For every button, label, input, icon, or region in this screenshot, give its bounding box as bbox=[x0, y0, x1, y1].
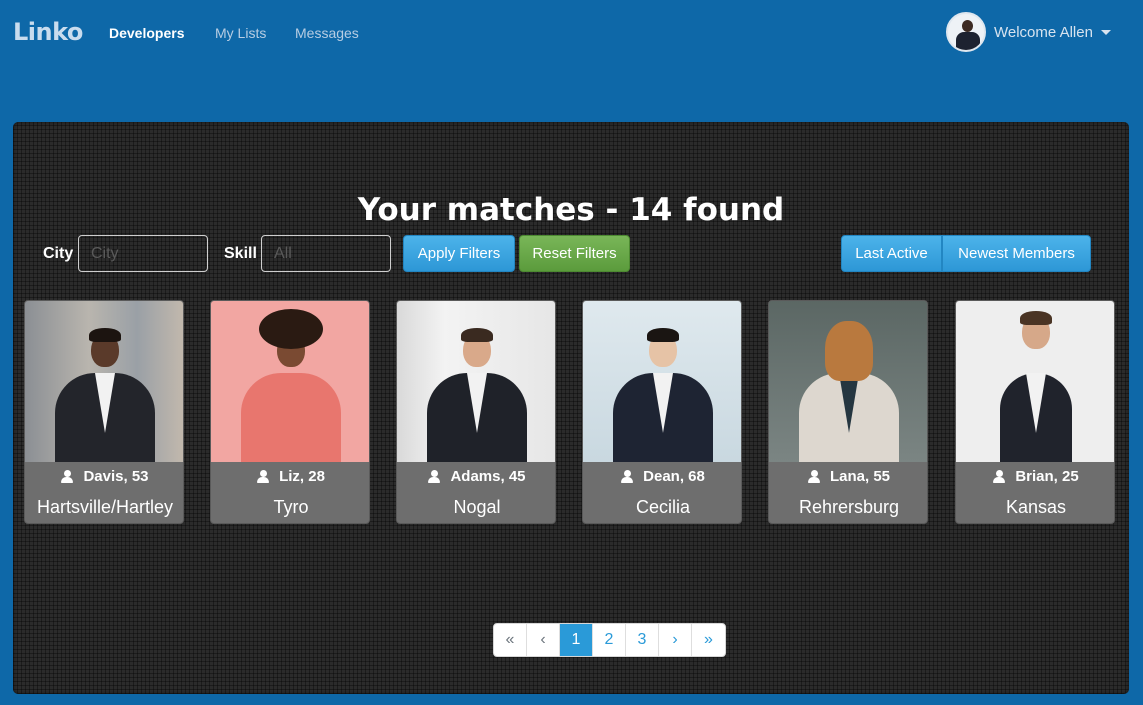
member-card[interactable]: Dean, 68 Cecilia bbox=[582, 300, 742, 524]
member-name-age: Lana, 55 bbox=[829, 468, 891, 485]
member-city: Kansas bbox=[1005, 497, 1067, 517]
page-prev-button[interactable]: ‹ bbox=[527, 624, 560, 656]
page-title: Your matches - 14 found bbox=[357, 192, 785, 228]
chevron-down-icon[interactable] bbox=[1100, 29, 1111, 35]
user-menu[interactable]: Welcome Allen bbox=[946, 12, 1111, 52]
nav-messages[interactable]: Messages bbox=[295, 25, 359, 41]
city-input[interactable] bbox=[78, 235, 208, 272]
nav-my-lists[interactable]: My Lists bbox=[215, 25, 266, 41]
member-city: Tyro bbox=[273, 497, 309, 517]
member-name-age: Davis, 53 bbox=[83, 468, 149, 485]
member-name-age: Dean, 68 bbox=[643, 468, 705, 485]
member-card[interactable]: Lana, 55 Rehrersburg bbox=[768, 300, 928, 524]
member-card[interactable]: Liz, 28 Tyro bbox=[210, 300, 370, 524]
member-city: Cecilia bbox=[635, 497, 691, 517]
member-card[interactable]: Brian, 25 Kansas bbox=[955, 300, 1115, 524]
member-name-age: Adams, 45 bbox=[450, 468, 526, 485]
sort-newest-members-button[interactable]: Newest Members bbox=[942, 235, 1091, 272]
user-icon bbox=[428, 470, 441, 483]
matches-panel: Your matches - 14 found City Skill Apply… bbox=[13, 122, 1129, 694]
member-card[interactable]: Davis, 53 Hartsville/Hartley bbox=[24, 300, 184, 524]
user-icon bbox=[807, 470, 820, 483]
brand-logo[interactable]: Linko bbox=[13, 18, 83, 46]
member-photo[interactable] bbox=[397, 301, 555, 462]
page-first-button[interactable]: « bbox=[494, 624, 527, 656]
user-icon bbox=[257, 470, 270, 483]
member-photo[interactable] bbox=[956, 301, 1114, 462]
member-photo[interactable] bbox=[769, 301, 927, 462]
reset-filters-button[interactable]: Reset Filters bbox=[519, 235, 630, 272]
page-2-button[interactable]: 2 bbox=[593, 624, 626, 656]
welcome-text[interactable]: Welcome Allen bbox=[994, 24, 1093, 41]
city-label: City bbox=[43, 245, 74, 262]
avatar[interactable] bbox=[946, 12, 986, 52]
top-navbar: Linko Developers My Lists Messages Welco… bbox=[0, 0, 1143, 64]
apply-filters-button[interactable]: Apply Filters bbox=[403, 235, 515, 272]
page-next-button[interactable]: › bbox=[659, 624, 692, 656]
page-last-button[interactable]: » bbox=[692, 624, 725, 656]
member-photo[interactable] bbox=[583, 301, 741, 462]
member-city: Nogal bbox=[453, 497, 501, 517]
pagination: « ‹ 1 2 3 › » bbox=[493, 623, 726, 657]
user-icon bbox=[993, 470, 1006, 483]
page-3-button[interactable]: 3 bbox=[626, 624, 659, 656]
member-photo[interactable] bbox=[25, 301, 183, 462]
member-name-age: Liz, 28 bbox=[279, 468, 325, 485]
member-card[interactable]: Adams, 45 Nogal bbox=[396, 300, 556, 524]
skill-label: Skill bbox=[224, 245, 257, 262]
skill-input[interactable] bbox=[261, 235, 391, 272]
member-city: Rehrersburg bbox=[798, 497, 900, 517]
sort-last-active-button[interactable]: Last Active bbox=[841, 235, 942, 272]
member-name-age: Brian, 25 bbox=[1015, 468, 1079, 485]
member-photo[interactable] bbox=[211, 301, 369, 462]
user-icon bbox=[621, 470, 634, 483]
user-icon bbox=[61, 470, 74, 483]
nav-developers[interactable]: Developers bbox=[109, 25, 184, 41]
page-1-button[interactable]: 1 bbox=[560, 624, 593, 656]
member-city: Hartsville/Hartley bbox=[36, 497, 174, 517]
